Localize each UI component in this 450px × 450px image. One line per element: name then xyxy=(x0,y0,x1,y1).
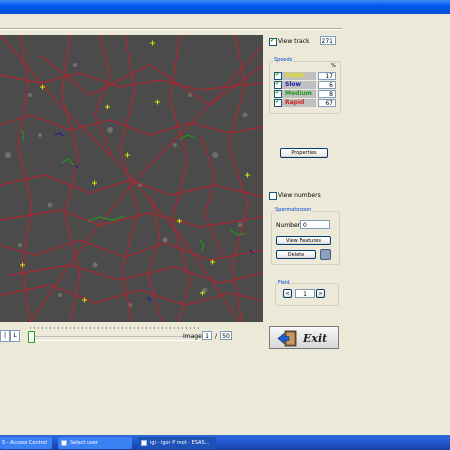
track-count-field: 271 xyxy=(320,36,336,45)
view-track-checkbox[interactable] xyxy=(269,37,277,46)
image-current-field[interactable]: 1 xyxy=(202,331,212,340)
taskbar-item-access-control[interactable]: S - Access Control xyxy=(0,437,52,449)
window-icon xyxy=(61,440,67,446)
taskbar-item-label: S - Access Control xyxy=(2,440,47,446)
number-input[interactable]: 0 xyxy=(300,220,330,229)
image-label: Image xyxy=(183,333,202,340)
view-numbers-checkbox[interactable] xyxy=(269,192,277,200)
save-icon[interactable] xyxy=(320,249,331,260)
speed-checkbox-medium[interactable] xyxy=(274,89,282,98)
speed-name-medium: Medium xyxy=(282,90,316,98)
microscopy-image xyxy=(0,35,263,322)
field-title: Field xyxy=(277,280,291,286)
taskbar-item-select-user[interactable]: Select user xyxy=(58,437,132,449)
field-value: 1 xyxy=(295,289,315,298)
exit-button[interactable]: Exit xyxy=(269,326,339,349)
speed-checkbox-static[interactable] xyxy=(274,71,282,80)
speed-percent-static: 17 xyxy=(318,72,336,80)
speeds-percent-header: % xyxy=(331,63,336,69)
speed-name-static: Static xyxy=(282,72,316,80)
image-last-button[interactable]: L xyxy=(10,330,20,342)
speed-percent-medium: 8 xyxy=(318,90,336,98)
image-total-field: 50 xyxy=(220,331,232,340)
view-numbers-label: View numbers xyxy=(278,192,321,199)
image-slider-track[interactable] xyxy=(30,336,200,341)
view-features-button[interactable]: View Features xyxy=(276,236,331,245)
speeds-title: Speeds xyxy=(273,57,294,63)
toolbar-divider xyxy=(0,28,342,30)
image-separator: / xyxy=(215,333,218,340)
speed-checkbox-rapid[interactable] xyxy=(274,98,282,107)
taskbar-item-label: Select user xyxy=(70,440,98,446)
speed-checkbox-slow[interactable] xyxy=(274,80,282,89)
speed-percent-slow: 6 xyxy=(318,81,336,89)
microscopy-viewport[interactable] xyxy=(0,35,263,322)
slider-ticks xyxy=(30,327,200,329)
field-prev-button[interactable]: < xyxy=(283,289,292,298)
number-label: Number xyxy=(276,222,301,229)
delete-button[interactable]: Delete xyxy=(276,250,316,259)
taskbar-item-label: igi - igor P mot - ESAS... xyxy=(150,440,210,446)
field-next-button[interactable]: > xyxy=(316,289,325,298)
view-track-label: View track xyxy=(278,38,310,45)
exit-label: Exit xyxy=(303,332,328,345)
speed-percent-rapid: 67 xyxy=(318,99,336,107)
title-bar xyxy=(0,0,450,14)
speed-name-rapid: Rapid xyxy=(282,99,316,107)
speed-name-slow: Slow xyxy=(282,81,316,89)
image-slider-thumb[interactable] xyxy=(28,331,35,343)
exit-door-icon xyxy=(277,330,297,347)
window-icon xyxy=(141,440,147,446)
image-first-button[interactable]: | xyxy=(0,330,10,342)
taskbar-item-esas[interactable]: igi - igor P mot - ESAS... xyxy=(138,437,216,449)
spermatozoon-title: Spermatozoon xyxy=(274,207,313,213)
properties-button[interactable]: Properties xyxy=(280,148,328,158)
